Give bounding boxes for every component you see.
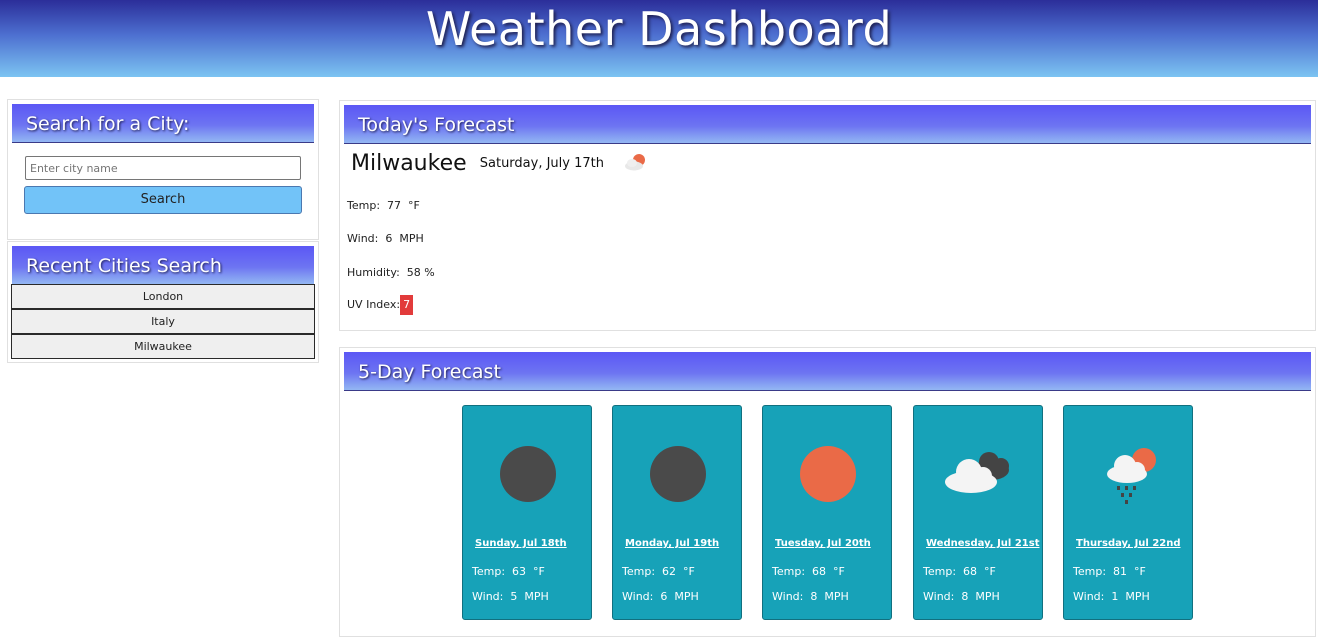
uv-index-badge: 7 <box>400 295 414 315</box>
forecast-wind: Wind: 1 MPH <box>1073 590 1150 603</box>
recent-cities-panel: Recent Cities Search London Italy Milwau… <box>7 241 319 363</box>
five-day-heading: 5-Day Forecast <box>358 361 501 383</box>
search-button[interactable]: Search <box>24 186 302 214</box>
forecast-date: Wednesday, Jul 21st <box>926 538 1040 549</box>
forecast-temp: Temp: 81 °F <box>1073 565 1146 578</box>
forecast-temp: Temp: 68 °F <box>772 565 845 578</box>
forecast-card: Thursday, Jul 22nd Temp: 81 °F Wind: 1 M… <box>1063 405 1193 620</box>
forecast-temp: Temp: 62 °F <box>622 565 695 578</box>
forecast-date: Monday, Jul 19th <box>625 538 720 549</box>
recent-panel-header: Recent Cities Search <box>12 246 314 285</box>
dark-circle-icon <box>488 434 568 514</box>
forecast-temp: Temp: 63 °F <box>472 565 545 578</box>
current-city-line: Milwaukee Saturday, July 17th <box>351 151 649 181</box>
forecast-date: Tuesday, Jul 20th <box>775 538 871 549</box>
today-humidity: Humidity: 58 % <box>347 266 435 279</box>
cloudy-icon <box>939 434 1019 514</box>
forecast-date: Sunday, Jul 18th <box>475 538 567 549</box>
today-temp: Temp: 77 °F <box>347 199 420 212</box>
city-search-input[interactable] <box>25 156 301 180</box>
forecast-date: Thursday, Jul 22nd <box>1076 538 1181 549</box>
current-date: Saturday, July 17th <box>479 156 604 171</box>
recent-cities-list: London Italy Milwaukee <box>11 284 315 359</box>
forecast-card: Monday, Jul 19th Temp: 62 °F Wind: 6 MPH <box>612 405 742 620</box>
today-wind: Wind: 6 MPH <box>347 232 424 245</box>
five-day-panel-header: 5-Day Forecast <box>344 352 1311 391</box>
search-panel-header: Search for a City: <box>12 104 314 143</box>
search-panel: Search for a City: Search <box>7 99 319 240</box>
recent-city-button[interactable]: Milwaukee <box>11 334 315 359</box>
five-day-forecast-panel: 5-Day Forecast Sunday, Jul 18th Temp: 63… <box>339 347 1316 637</box>
rain-sun-icon <box>1089 434 1169 514</box>
sun-icon <box>788 434 868 514</box>
today-forecast-panel: Today's Forecast Milwaukee Saturday, Jul… <box>339 100 1316 331</box>
recent-city-button[interactable]: Italy <box>11 309 315 334</box>
search-heading: Search for a City: <box>26 113 190 135</box>
header-banner: Weather Dashboard <box>0 0 1318 77</box>
forecast-card: Wednesday, Jul 21st Temp: 68 °F Wind: 8 … <box>913 405 1043 620</box>
forecast-wind: Wind: 5 MPH <box>472 590 549 603</box>
forecast-temp: Temp: 68 °F <box>923 565 996 578</box>
today-heading: Today's Forecast <box>358 114 515 136</box>
dark-circle-icon <box>638 434 718 514</box>
forecast-card: Sunday, Jul 18th Temp: 63 °F Wind: 5 MPH <box>462 405 592 620</box>
recent-city-button[interactable]: London <box>11 284 315 309</box>
forecast-wind: Wind: 6 MPH <box>622 590 699 603</box>
forecast-wind: Wind: 8 MPH <box>923 590 1000 603</box>
partly-sunny-icon <box>623 152 649 176</box>
current-city-name: Milwaukee <box>351 151 467 176</box>
forecast-wind: Wind: 8 MPH <box>772 590 849 603</box>
today-uv-index: UV Index: 7 <box>347 295 414 315</box>
recent-heading: Recent Cities Search <box>26 255 222 277</box>
forecast-card: Tuesday, Jul 20th Temp: 68 °F Wind: 8 MP… <box>762 405 892 620</box>
page-title: Weather Dashboard <box>425 2 893 56</box>
today-panel-header: Today's Forecast <box>344 105 1311 144</box>
